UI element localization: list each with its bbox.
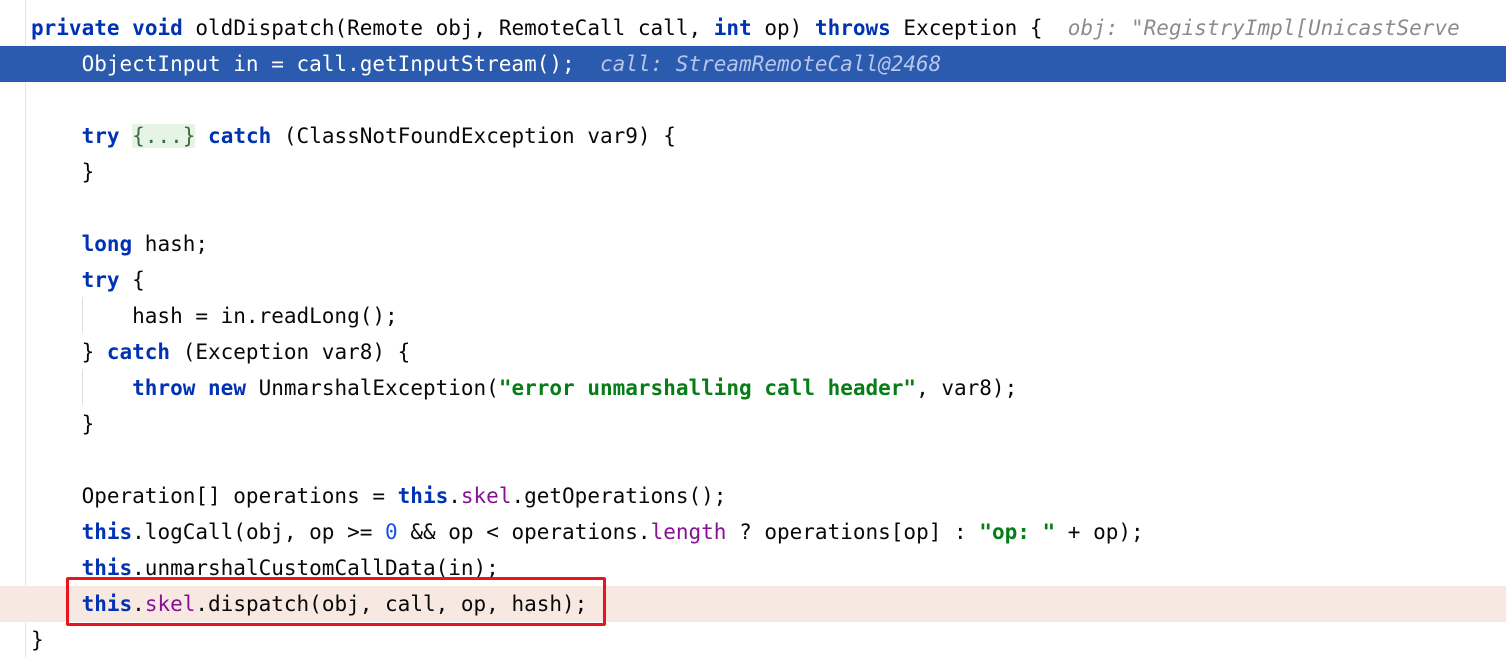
code-text: } xyxy=(31,406,95,442)
code-token: . xyxy=(448,484,461,508)
code-token: + op); xyxy=(1055,520,1144,544)
code-line[interactable]: throw new UnmarshalException("error unma… xyxy=(0,370,1506,406)
code-line[interactable]: hash = in.readLong(); xyxy=(0,298,1506,334)
code-text: this.logCall(obj, op >= 0 && op < operat… xyxy=(31,514,1144,550)
code-token: throws xyxy=(814,16,891,40)
code-line[interactable]: } xyxy=(0,406,1506,442)
code-text: hash = in.readLong(); xyxy=(31,298,398,334)
code-token: ObjectInput in = call.getInputStream(); xyxy=(31,52,600,76)
code-token: } xyxy=(31,412,95,436)
code-token: { xyxy=(119,268,145,292)
code-line[interactable]: private void oldDispatch(Remote obj, Rem… xyxy=(0,10,1506,46)
code-text: } xyxy=(31,154,95,190)
code-token: "op: " xyxy=(979,520,1056,544)
code-line[interactable]: long hash; xyxy=(0,226,1506,262)
code-line[interactable]: } catch (Exception var8) { xyxy=(0,334,1506,370)
code-token: this xyxy=(397,484,449,508)
code-text: try { xyxy=(31,262,145,298)
code-token: throw xyxy=(132,376,196,400)
code-token: } xyxy=(31,340,107,364)
code-token: private xyxy=(31,16,120,40)
folded-block[interactable]: {...} xyxy=(132,124,196,148)
code-token: skel xyxy=(460,484,512,508)
highlight-annotation-box xyxy=(66,577,606,626)
code-token: length xyxy=(650,520,727,544)
code-token: Operation[] operations = xyxy=(31,484,398,508)
code-text: throw new UnmarshalException("error unma… xyxy=(31,370,1017,406)
code-text: private void oldDispatch(Remote obj, Rem… xyxy=(31,10,1460,46)
code-token: catch xyxy=(106,340,171,364)
code-token: hash = in.readLong(); xyxy=(31,304,398,328)
inlay-hint: call: StreamRemoteCall@2468 xyxy=(599,52,942,76)
code-token: , var8); xyxy=(916,376,1018,400)
code-token: (Exception var8) { xyxy=(170,340,411,364)
code-token: catch xyxy=(208,124,272,148)
code-token: void xyxy=(132,16,183,40)
code-token: } xyxy=(31,160,95,184)
code-token: ? operations[op] : xyxy=(726,520,980,544)
code-token: long xyxy=(81,232,133,256)
code-token: Exception { xyxy=(890,16,1068,40)
code-token: this xyxy=(81,520,133,544)
code-token: hash; xyxy=(132,232,209,256)
indent-guide xyxy=(82,297,83,333)
code-editor[interactable]: private void oldDispatch(Remote obj, Rem… xyxy=(0,0,1506,657)
code-line[interactable]: this.logCall(obj, op >= 0 && op < operat… xyxy=(0,514,1506,550)
code-text: } catch (Exception var8) { xyxy=(31,334,411,370)
code-line[interactable]: } xyxy=(0,622,1506,658)
code-text: Operation[] operations = this.skel.getOp… xyxy=(31,478,727,514)
code-line-current[interactable]: ObjectInput in = call.getInputStream(); … xyxy=(0,46,1506,82)
code-token: 0 xyxy=(385,520,398,544)
code-token: } xyxy=(31,628,44,652)
code-line[interactable] xyxy=(0,82,1506,118)
code-line[interactable] xyxy=(0,442,1506,478)
code-token: .getOperations(); xyxy=(511,484,727,508)
code-token: try xyxy=(81,124,120,148)
code-text: long hash; xyxy=(31,226,208,262)
code-line[interactable]: try {...} catch (ClassNotFoundException … xyxy=(0,118,1506,154)
code-token: op) xyxy=(751,16,815,40)
indent-guide xyxy=(82,369,83,405)
code-token: .logCall(obj, op >= xyxy=(132,520,386,544)
code-token: new xyxy=(208,376,246,400)
code-token: int xyxy=(713,16,752,40)
code-token: (ClassNotFoundException var9) { xyxy=(271,124,676,148)
inlay-hint: obj: "RegistryImpl[UnicastServe xyxy=(1067,16,1460,40)
code-token: oldDispatch(Remote obj, RemoteCall call, xyxy=(182,16,714,40)
code-line[interactable] xyxy=(0,190,1506,226)
code-text: try {...} catch (ClassNotFoundException … xyxy=(31,118,676,154)
code-token: "error unmarshalling call header" xyxy=(498,376,917,400)
code-token: try xyxy=(81,268,120,292)
code-line[interactable]: Operation[] operations = this.skel.getOp… xyxy=(0,478,1506,514)
code-token: UnmarshalException( xyxy=(245,376,499,400)
code-line[interactable]: } xyxy=(0,154,1506,190)
code-token: && op < operations. xyxy=(397,520,651,544)
code-text: } xyxy=(31,622,44,658)
code-text: ObjectInput in = call.getInputStream(); … xyxy=(31,46,942,82)
code-line[interactable]: try { xyxy=(0,262,1506,298)
